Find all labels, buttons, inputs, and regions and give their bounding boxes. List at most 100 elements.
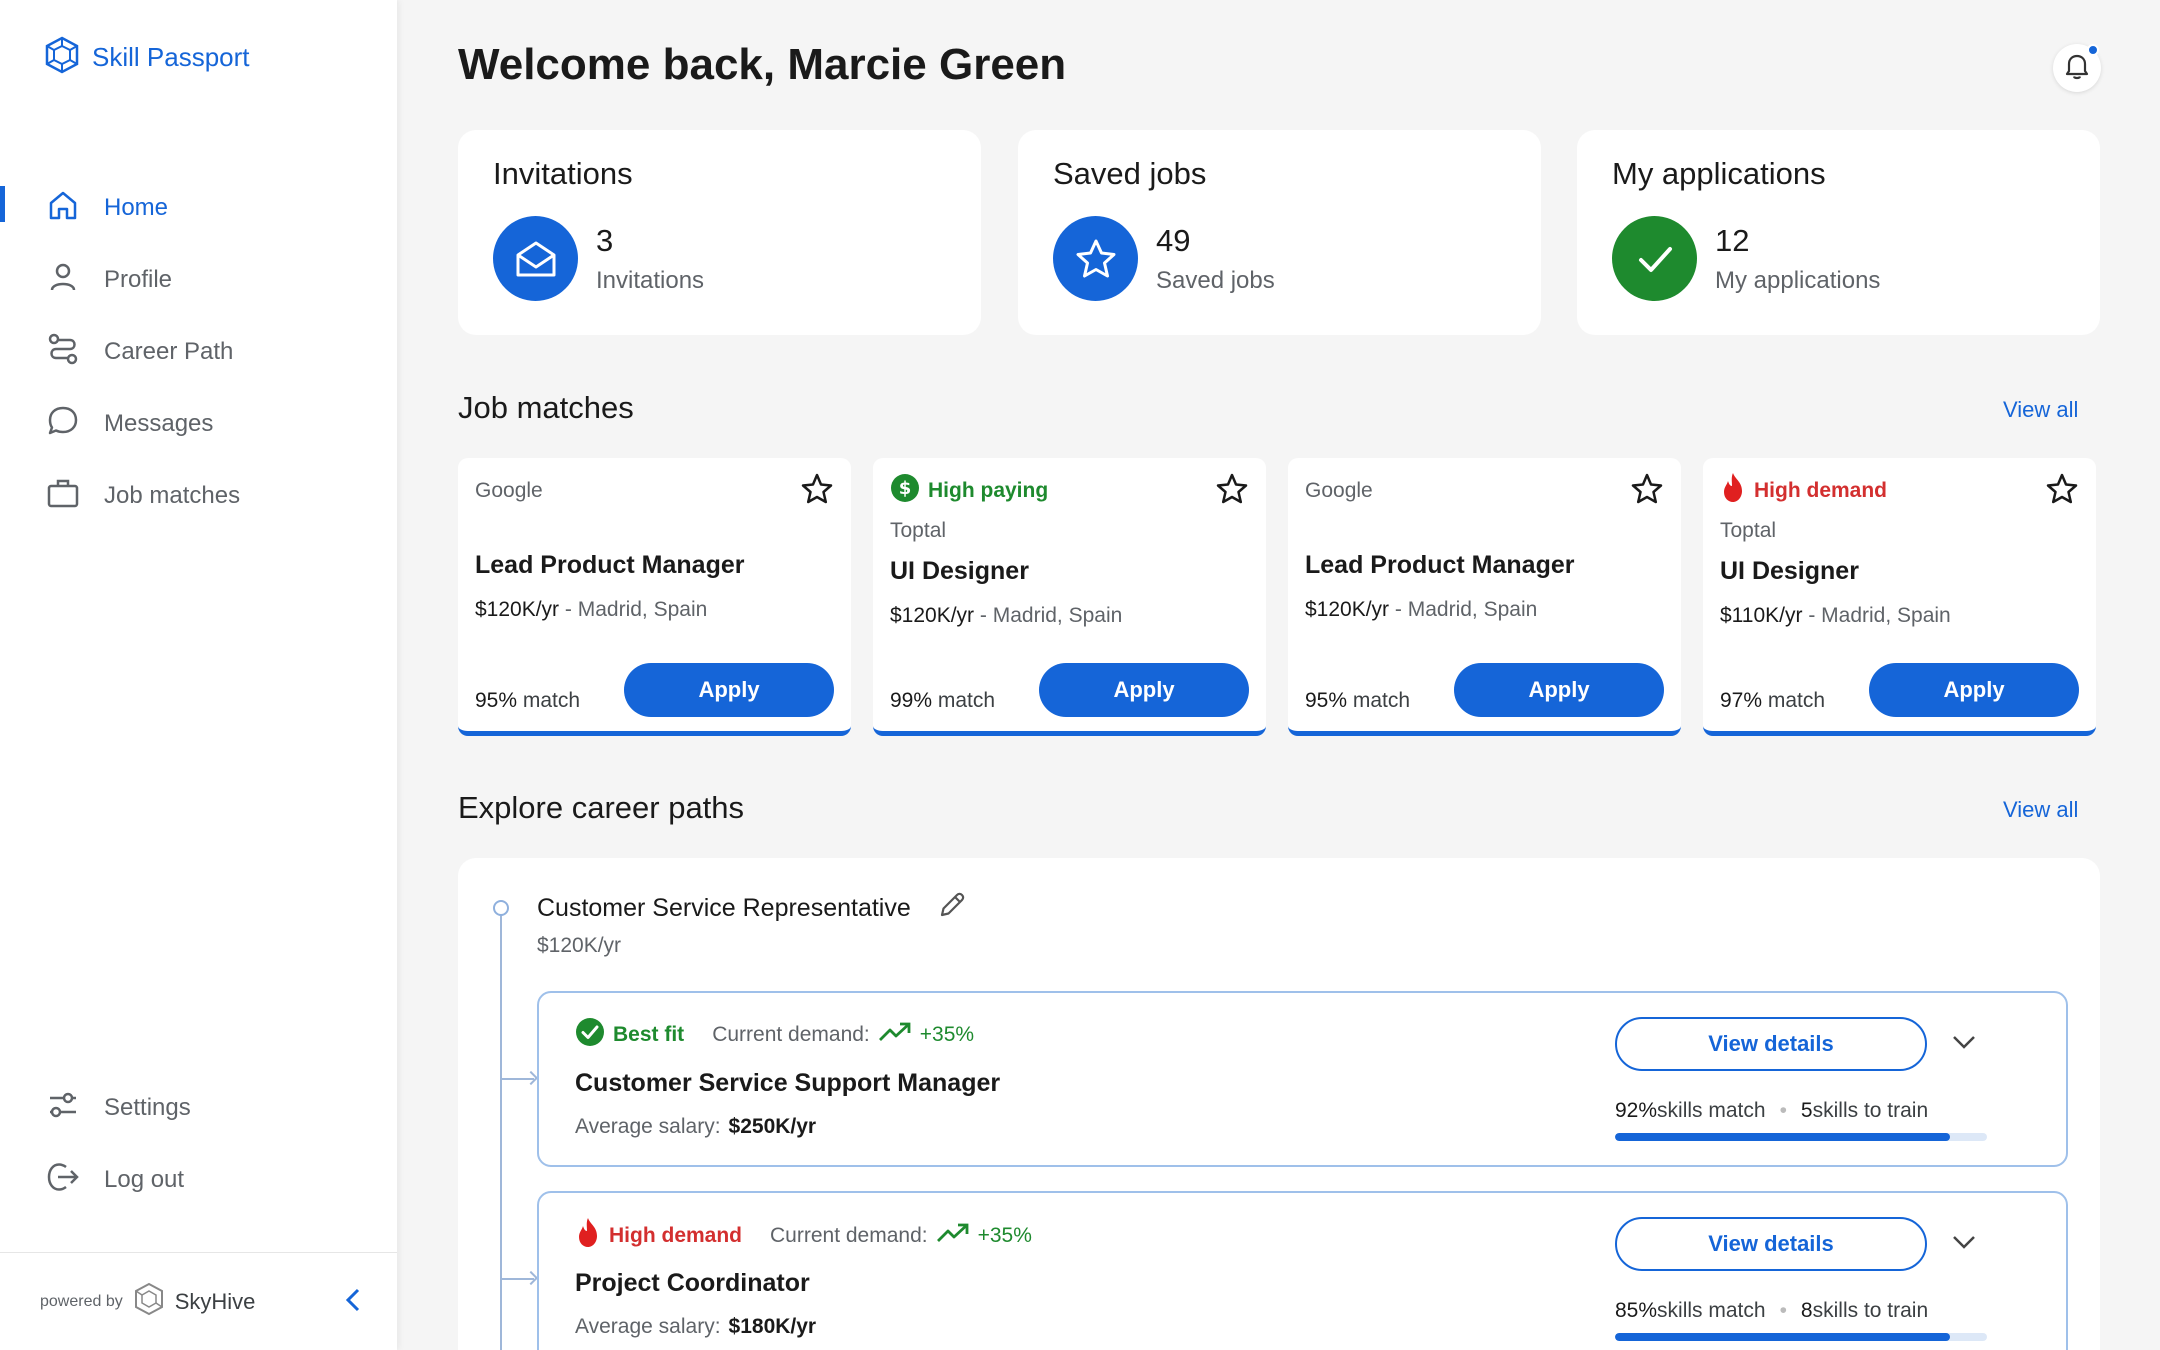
separator-dot: •: [1779, 1099, 1787, 1122]
apply-button[interactable]: Apply: [1454, 663, 1664, 717]
career-paths-panel: Customer Service Representative $120K/yr…: [458, 858, 2100, 1350]
chat-icon: [46, 404, 80, 445]
nav-item-home[interactable]: Home: [0, 172, 397, 244]
trending-up-icon: [936, 1222, 970, 1250]
match-text: match: [517, 689, 581, 712]
stat-value: 3: [596, 222, 614, 258]
collapse-sidebar-icon[interactable]: [343, 1287, 363, 1318]
trending-up-icon: [878, 1021, 912, 1049]
skills-match-text: skills match: [1657, 1299, 1766, 1322]
timeline-dot: [493, 900, 509, 916]
stat-title: Saved jobs: [1053, 156, 1207, 191]
job-card[interactable]: Google Lead Product Manager $120K/yr - M…: [458, 458, 851, 736]
high-demand-tag: High demand: [575, 1217, 742, 1255]
job-salary: $110K/yr: [1720, 604, 1803, 627]
view-details-button[interactable]: View details: [1615, 1217, 1927, 1271]
nav-item-settings[interactable]: Settings: [0, 1072, 397, 1144]
nav-label: Career Path: [104, 338, 234, 365]
job-location: - Madrid, Spain: [1802, 604, 1951, 627]
nav-item-profile[interactable]: Profile: [0, 244, 397, 316]
skills-progress-fill: [1615, 1133, 1950, 1141]
edit-pencil-icon[interactable]: [937, 890, 967, 927]
nav-item-career-path[interactable]: Career Path: [0, 316, 397, 388]
match-score: 95% match: [1305, 689, 1410, 717]
job-title: UI Designer: [890, 557, 1029, 585]
apply-button[interactable]: Apply: [1869, 663, 2079, 717]
job-matches-view-all-link[interactable]: View all: [2003, 397, 2078, 423]
match-text: match: [1347, 689, 1411, 712]
main-nav: Home Profile Career Path Messages Job ma…: [0, 172, 397, 532]
logout-icon: [46, 1160, 80, 1201]
nav-item-job-matches[interactable]: Job matches: [0, 460, 397, 532]
skills-summary: 92% skills match • 5 skills to train: [1615, 1099, 1987, 1123]
job-card[interactable]: Google Lead Product Manager $120K/yr - M…: [1288, 458, 1681, 736]
match-pct: 99%: [890, 689, 933, 712]
career-path-card[interactable]: High demand Current demand: +35% Project…: [537, 1191, 2068, 1350]
envelope-icon: [493, 216, 578, 301]
salary-value: $180K/yr: [728, 1315, 817, 1338]
job-company: Toptal: [1720, 519, 1777, 542]
nav-label: Messages: [104, 410, 214, 437]
average-salary: Average salary: $250K/yr: [575, 1115, 816, 1139]
career-paths-view-all-link[interactable]: View all: [2003, 797, 2078, 823]
skills-match-pct: 92%: [1615, 1099, 1658, 1122]
logo-icon: [44, 36, 80, 79]
my-applications-card[interactable]: My applications 12 My applications: [1577, 130, 2100, 335]
home-icon: [46, 188, 80, 229]
stat-value: 49: [1156, 222, 1191, 258]
job-card[interactable]: High demand Toptal UI Designer $110K/yr …: [1703, 458, 2096, 736]
high-paying-tag: $ High paying: [890, 473, 1048, 509]
demand-label: Current demand:: [712, 1023, 870, 1046]
job-salary-location: $120K/yr - Madrid, Spain: [1305, 598, 1664, 622]
notifications-button[interactable]: [2053, 44, 2101, 92]
stat-title: Invitations: [493, 156, 633, 191]
job-company: Google: [475, 479, 543, 502]
match-score: 99% match: [890, 689, 995, 717]
current-role-salary: $120K/yr: [537, 934, 622, 957]
current-demand: Current demand: +35%: [770, 1222, 1032, 1250]
svg-text:$: $: [899, 478, 912, 499]
tag-label: High demand: [1754, 479, 1888, 502]
view-details-button[interactable]: View details: [1615, 1017, 1927, 1071]
career-path-title: Project Coordinator: [575, 1269, 810, 1297]
job-title: UI Designer: [1720, 557, 1859, 585]
page-title: Welcome back, Marcie Green: [458, 40, 1067, 89]
skills-progress-bar: [1615, 1333, 1987, 1341]
chevron-down-icon[interactable]: [1951, 1033, 1977, 1056]
save-job-star-icon[interactable]: [1630, 472, 1664, 511]
job-location: - Madrid, Spain: [559, 598, 708, 621]
save-job-star-icon[interactable]: [800, 472, 834, 511]
save-job-star-icon[interactable]: [2045, 472, 2079, 511]
skills-progress-fill: [1615, 1333, 1950, 1341]
separator-dot: •: [1779, 1299, 1787, 1322]
stat-value: 12: [1715, 222, 1750, 258]
save-job-star-icon[interactable]: [1215, 472, 1249, 511]
fire-icon: [1720, 472, 1746, 510]
job-location: - Madrid, Spain: [1389, 598, 1538, 621]
average-salary: Average salary: $180K/yr: [575, 1315, 816, 1339]
current-demand: Current demand: +35%: [712, 1021, 974, 1049]
apply-button[interactable]: Apply: [624, 663, 834, 717]
job-salary-location: $120K/yr - Madrid, Spain: [890, 604, 1249, 628]
match-pct: 95%: [475, 689, 518, 712]
apply-button[interactable]: Apply: [1039, 663, 1249, 717]
job-location: - Madrid, Spain: [974, 604, 1123, 627]
app-logo[interactable]: Skill Passport: [44, 36, 250, 79]
skills-train-text: skills to train: [1812, 1299, 1929, 1322]
job-company: Google: [1305, 479, 1373, 502]
match-pct: 95%: [1305, 689, 1348, 712]
job-salary: $120K/yr: [1305, 598, 1390, 621]
briefcase-icon: [46, 476, 80, 517]
stat-title: My applications: [1612, 156, 1826, 191]
job-salary-location: $110K/yr - Madrid, Spain: [1720, 604, 2079, 628]
saved-jobs-card[interactable]: Saved jobs 49 Saved jobs: [1018, 130, 1541, 335]
chevron-down-icon[interactable]: [1951, 1233, 1977, 1256]
career-path-title: Customer Service Support Manager: [575, 1069, 1001, 1097]
career-path-card[interactable]: Best fit Current demand: +35% Customer S…: [537, 991, 2068, 1167]
stat-label: My applications: [1715, 266, 1881, 294]
nav-item-messages[interactable]: Messages: [0, 388, 397, 460]
timeline-line: [500, 908, 502, 1350]
nav-item-logout[interactable]: Log out: [0, 1144, 397, 1216]
invitations-card[interactable]: Invitations 3 Invitations: [458, 130, 981, 335]
job-card[interactable]: $ High paying Toptal UI Designer $120K/y…: [873, 458, 1266, 736]
